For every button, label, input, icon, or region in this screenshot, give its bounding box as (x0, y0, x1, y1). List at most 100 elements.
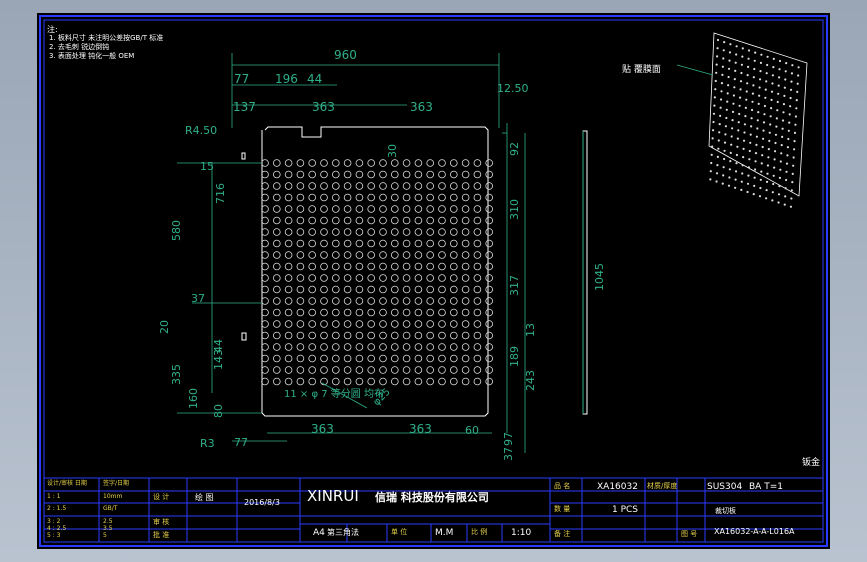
hole (390, 354, 399, 363)
hole (379, 320, 387, 328)
hole (414, 366, 423, 374)
hole (343, 228, 352, 236)
hole (379, 377, 387, 386)
hole (414, 251, 423, 259)
hole (473, 239, 482, 248)
corner-mark: 钣金 (802, 458, 821, 468)
tb-material: SUS304 (707, 482, 743, 492)
tb-cell: 10mm (103, 493, 123, 500)
hole (473, 193, 482, 202)
hole (461, 262, 470, 271)
hole (414, 308, 423, 317)
hole (473, 331, 482, 340)
hole (367, 377, 376, 386)
hole (461, 193, 470, 202)
hole (449, 331, 458, 340)
hole (390, 251, 399, 259)
hole (402, 308, 411, 317)
hole (473, 228, 482, 236)
film-side-label: 贴 覆膜面 (622, 65, 661, 75)
tb-cell: 5 : 3 (47, 532, 61, 539)
hole (261, 216, 269, 225)
hole (402, 205, 411, 213)
hole (261, 182, 269, 190)
hole (461, 274, 470, 282)
hole (284, 251, 293, 259)
hole (438, 239, 446, 248)
hole (438, 182, 446, 190)
hole (273, 274, 281, 282)
hole (296, 366, 305, 374)
hole (461, 216, 470, 225)
hole (390, 216, 399, 225)
hole (379, 274, 387, 282)
hole (426, 331, 435, 340)
hole (426, 251, 435, 259)
hole (438, 159, 446, 167)
tb-remark: 裁切板 (715, 507, 736, 515)
dim-text: 363 (312, 100, 335, 114)
hole (331, 354, 340, 363)
hole (296, 216, 305, 225)
hole (308, 205, 317, 213)
hole (261, 366, 269, 374)
hole (320, 239, 328, 248)
hole (261, 354, 269, 363)
hole (367, 331, 376, 340)
hole (485, 377, 494, 386)
hole (308, 228, 317, 236)
hole (426, 343, 435, 351)
isometric-view (708, 32, 808, 197)
hole (402, 262, 411, 271)
hole (320, 228, 328, 236)
cad-viewport[interactable]: 注: 1. 板料尺寸 未注明公差按GB/T 标准 2. 去毛刺 锐边倒钝 3. … (37, 13, 830, 549)
hole (308, 274, 317, 282)
tb-cell: 2 : 1.5 (47, 505, 67, 512)
hole (379, 297, 387, 305)
hole (449, 262, 458, 271)
hole (261, 320, 269, 328)
sheet-size: A4 (313, 528, 325, 538)
hole (273, 159, 281, 167)
hole (308, 159, 317, 167)
tb-drawing-no: XA16032-A-A-L016A (714, 527, 795, 536)
hole (273, 366, 281, 374)
hole (308, 262, 317, 271)
hole (331, 343, 340, 351)
hole (367, 228, 376, 236)
hole (390, 239, 399, 248)
hole (402, 274, 411, 282)
hole (320, 274, 328, 282)
hole (308, 320, 317, 328)
hole (402, 331, 411, 340)
dim-text: 44 (212, 339, 225, 353)
dim-text: 189 (508, 346, 521, 367)
dim-text: 20 (158, 320, 171, 334)
hole (438, 262, 446, 271)
hole (284, 170, 293, 179)
hole (438, 193, 446, 202)
dim-text: 363 (409, 422, 432, 436)
hole (449, 320, 458, 328)
hole (273, 182, 281, 190)
hole (485, 354, 494, 363)
hole (414, 216, 423, 225)
hole (261, 262, 269, 271)
hole (473, 182, 482, 190)
hole (402, 297, 411, 305)
hole (343, 366, 352, 374)
hole (379, 193, 387, 202)
dim-text: 15 (200, 160, 214, 173)
hole (261, 228, 269, 236)
hole (296, 193, 305, 202)
hole (402, 216, 411, 225)
tb-label: 审 核 (153, 518, 170, 526)
hole (355, 343, 364, 351)
hole (426, 377, 435, 386)
hole (402, 182, 411, 190)
tb-label: 图 号 (681, 530, 698, 538)
hole (320, 262, 328, 271)
dim-text: 92 (508, 142, 521, 156)
hole (284, 308, 293, 317)
hole (390, 331, 399, 340)
